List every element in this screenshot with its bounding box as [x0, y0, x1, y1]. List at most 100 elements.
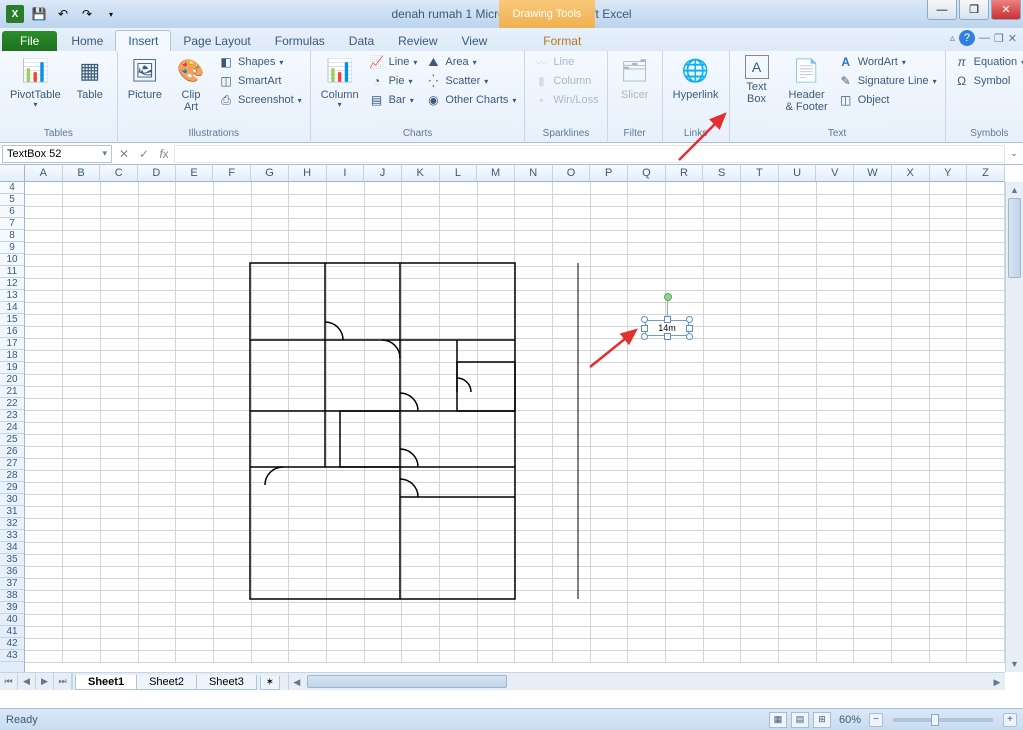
cell[interactable]: [929, 554, 967, 566]
cell[interactable]: [891, 578, 929, 590]
cell[interactable]: [402, 374, 440, 386]
cell[interactable]: [816, 314, 854, 326]
cell[interactable]: [289, 542, 327, 554]
cell[interactable]: [778, 518, 816, 530]
cell[interactable]: [25, 218, 63, 230]
cell[interactable]: [778, 278, 816, 290]
cell[interactable]: [100, 470, 138, 482]
cell[interactable]: [439, 338, 477, 350]
cell[interactable]: [854, 494, 892, 506]
cell[interactable]: [590, 278, 628, 290]
cell[interactable]: [25, 542, 63, 554]
cell[interactable]: [138, 650, 176, 662]
cell[interactable]: [251, 230, 289, 242]
cell[interactable]: [816, 206, 854, 218]
cell[interactable]: [665, 362, 703, 374]
cell[interactable]: [515, 494, 553, 506]
row-header[interactable]: 32: [0, 518, 24, 530]
cell[interactable]: [63, 302, 101, 314]
cell[interactable]: [213, 602, 251, 614]
scroll-down-arrow[interactable]: ▼: [1006, 656, 1023, 672]
cell[interactable]: [590, 434, 628, 446]
cell[interactable]: [100, 422, 138, 434]
cell[interactable]: [628, 506, 666, 518]
cell[interactable]: [515, 422, 553, 434]
row-header[interactable]: 42: [0, 638, 24, 650]
cell[interactable]: [251, 650, 289, 662]
cell[interactable]: [402, 650, 440, 662]
cell[interactable]: [402, 614, 440, 626]
column-header[interactable]: O: [553, 165, 591, 181]
undo-button[interactable]: ↶: [52, 3, 74, 25]
cell[interactable]: [176, 266, 214, 278]
cell[interactable]: [816, 614, 854, 626]
cell[interactable]: [138, 518, 176, 530]
cell[interactable]: [891, 362, 929, 374]
cell[interactable]: [590, 362, 628, 374]
cell[interactable]: [778, 386, 816, 398]
fx-icon[interactable]: fx: [154, 147, 174, 161]
cell[interactable]: [515, 194, 553, 206]
cell[interactable]: [590, 242, 628, 254]
cell[interactable]: [138, 338, 176, 350]
cell[interactable]: [967, 182, 1005, 194]
cell[interactable]: [213, 206, 251, 218]
cell[interactable]: [100, 362, 138, 374]
cell[interactable]: [251, 470, 289, 482]
cell[interactable]: [967, 338, 1005, 350]
cell[interactable]: [326, 350, 364, 362]
cell[interactable]: [778, 554, 816, 566]
cell[interactable]: [665, 650, 703, 662]
cell[interactable]: [628, 350, 666, 362]
cell[interactable]: [364, 338, 402, 350]
cell[interactable]: [364, 566, 402, 578]
minimize-button[interactable]: —: [927, 0, 957, 20]
cell[interactable]: [967, 494, 1005, 506]
cell[interactable]: [891, 350, 929, 362]
cell[interactable]: [628, 626, 666, 638]
cell[interactable]: [665, 230, 703, 242]
cell[interactable]: [665, 518, 703, 530]
cell[interactable]: [703, 494, 741, 506]
cell[interactable]: [967, 458, 1005, 470]
cell[interactable]: [816, 218, 854, 230]
cell[interactable]: [251, 398, 289, 410]
cell[interactable]: [628, 278, 666, 290]
cell[interactable]: [176, 362, 214, 374]
cell[interactable]: [590, 494, 628, 506]
cell[interactable]: [477, 218, 515, 230]
cell[interactable]: [439, 374, 477, 386]
cell[interactable]: [477, 470, 515, 482]
cell[interactable]: [25, 230, 63, 242]
expand-formula-bar[interactable]: ⌄: [1007, 145, 1021, 163]
cell[interactable]: [590, 578, 628, 590]
cell[interactable]: [703, 458, 741, 470]
cell[interactable]: [590, 602, 628, 614]
shapes-button[interactable]: ◧Shapes ▾: [216, 53, 304, 71]
cell[interactable]: [326, 602, 364, 614]
cell[interactable]: [891, 554, 929, 566]
cell[interactable]: [477, 410, 515, 422]
cell[interactable]: [439, 410, 477, 422]
cell[interactable]: [515, 374, 553, 386]
cell[interactable]: [25, 374, 63, 386]
cell[interactable]: [439, 578, 477, 590]
cell[interactable]: [289, 614, 327, 626]
cell[interactable]: [251, 182, 289, 194]
cell[interactable]: [213, 482, 251, 494]
cell[interactable]: [402, 326, 440, 338]
cell[interactable]: [25, 458, 63, 470]
cell[interactable]: [665, 578, 703, 590]
cell[interactable]: [402, 458, 440, 470]
column-header[interactable]: T: [741, 165, 779, 181]
cell[interactable]: [929, 398, 967, 410]
cell[interactable]: [289, 194, 327, 206]
cell[interactable]: [364, 590, 402, 602]
cell[interactable]: [100, 218, 138, 230]
cell[interactable]: [326, 590, 364, 602]
cell[interactable]: [590, 266, 628, 278]
cell[interactable]: [63, 374, 101, 386]
cell[interactable]: [402, 302, 440, 314]
cell[interactable]: [515, 506, 553, 518]
cell[interactable]: [816, 578, 854, 590]
